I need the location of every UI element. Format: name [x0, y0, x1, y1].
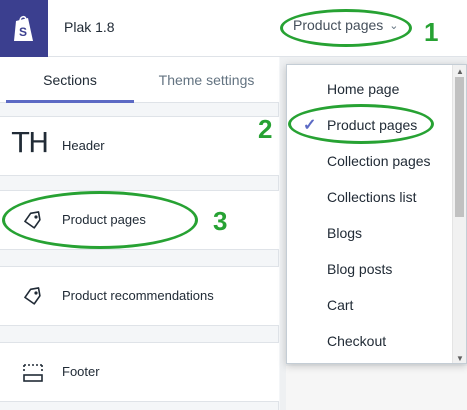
- tab-theme-settings[interactable]: Theme settings: [134, 57, 279, 103]
- tag-icon: [20, 210, 46, 232]
- dropdown-item-label: Blog posts: [327, 261, 393, 277]
- section-item-header[interactable]: TH Header: [0, 116, 279, 176]
- dropdown-item-product-pages[interactable]: ✓ Product pages: [287, 108, 455, 144]
- sidebar: Sections Theme settings TH Header Produc…: [0, 57, 279, 410]
- dropdown-item-label: Product pages: [327, 117, 418, 133]
- header-logo-thumbnail: TH: [12, 126, 49, 159]
- dropdown-item-label: Checkout: [327, 333, 387, 349]
- svg-text:S: S: [19, 25, 27, 39]
- top-bar: S Plak 1.8 Product pages ⌄: [0, 0, 467, 57]
- footer-layout-icon: [20, 362, 46, 384]
- section-item-footer[interactable]: Footer: [0, 342, 279, 402]
- page-type-select[interactable]: Product pages ⌄: [293, 17, 399, 33]
- dropdown-item-checkout[interactable]: Checkout: [287, 324, 455, 360]
- chevron-down-icon: ⌄: [389, 19, 399, 32]
- dropdown-item-collection-pages[interactable]: Collection pages: [287, 144, 455, 180]
- dropdown-scrollbar[interactable]: ▲ ▼: [452, 65, 466, 363]
- section-label-product-pages: Product pages: [62, 212, 146, 227]
- dropdown-item-label: Cart: [327, 297, 354, 313]
- theme-name: Plak 1.8: [64, 19, 115, 35]
- checkmark-icon: ✓: [303, 117, 317, 134]
- dropdown-item-label: Home page: [327, 81, 400, 97]
- dropdown-item-cart[interactable]: Cart: [287, 288, 455, 324]
- scrollbar-thumb[interactable]: [455, 77, 464, 217]
- scroll-up-arrow-icon[interactable]: ▲: [456, 67, 464, 76]
- shopify-logo-icon[interactable]: S: [0, 0, 48, 57]
- scroll-down-arrow-icon[interactable]: ▼: [456, 354, 464, 363]
- annotation-number-1: 1: [424, 17, 439, 47]
- preview-footer-area: [286, 366, 467, 410]
- sidebar-tabs: Sections Theme settings: [0, 57, 279, 103]
- dropdown-item-blogs[interactable]: Blogs: [287, 216, 455, 252]
- tag-icon: [20, 286, 46, 308]
- page-type-dropdown: Home page ✓ Product pages Collection pag…: [286, 64, 467, 364]
- dropdown-item-blog-posts[interactable]: Blog posts: [287, 252, 455, 288]
- section-label-footer: Footer: [62, 364, 100, 379]
- section-item-product-pages[interactable]: Product pages: [0, 190, 279, 250]
- tab-sections[interactable]: Sections: [6, 57, 134, 103]
- dropdown-item-label: Collection pages: [327, 153, 431, 169]
- dropdown-item-home-page[interactable]: Home page: [287, 72, 455, 108]
- section-label-header: Header: [62, 138, 105, 153]
- section-label-product-recommendations: Product recommendations: [62, 288, 214, 303]
- page-type-select-label: Product pages: [293, 17, 384, 33]
- dropdown-item-collections-list[interactable]: Collections list: [287, 180, 455, 216]
- dropdown-item-label: Collections list: [327, 189, 417, 205]
- section-item-product-recommendations[interactable]: Product recommendations: [0, 266, 279, 326]
- annotation-number-3: 3: [213, 206, 228, 236]
- dropdown-item-label: Blogs: [327, 225, 363, 241]
- annotation-number-2: 2: [258, 114, 273, 144]
